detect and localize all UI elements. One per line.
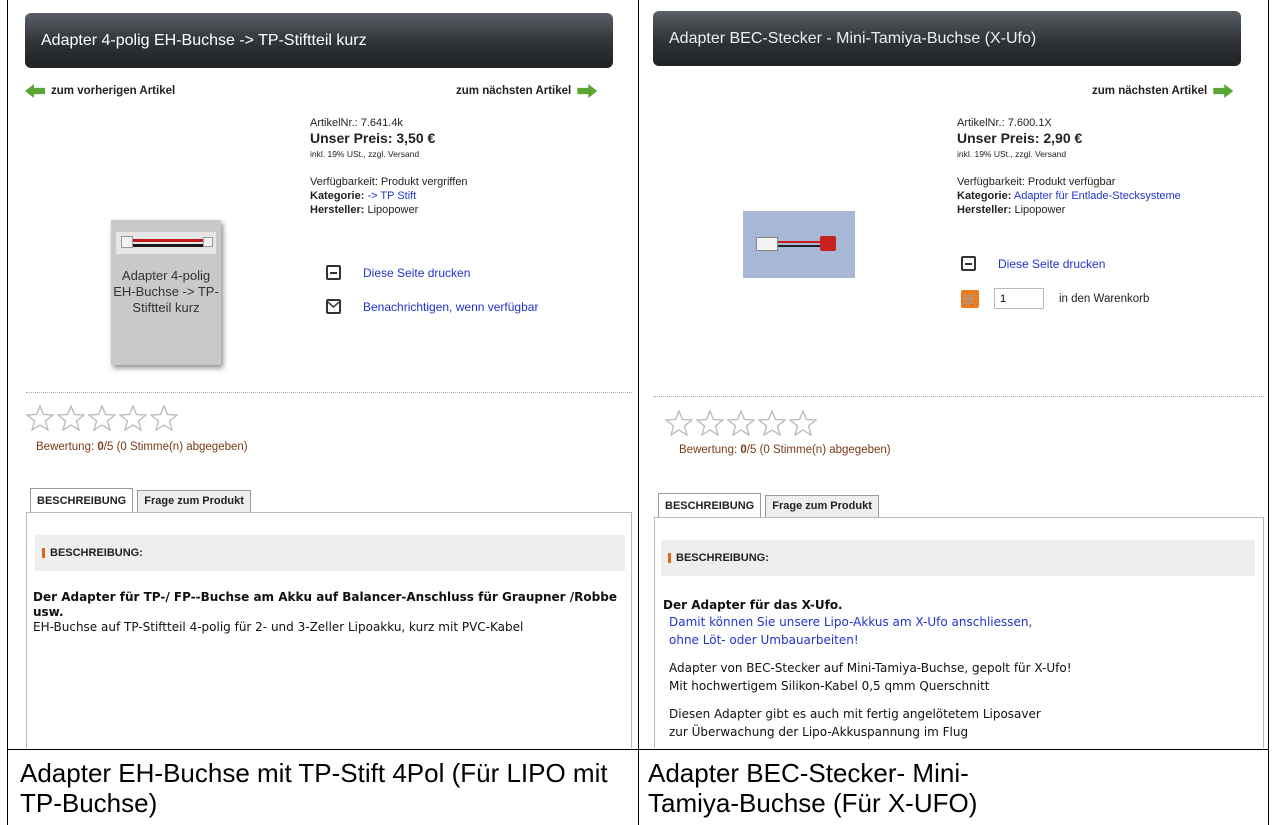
column-divider — [638, 0, 639, 825]
caption-right: Adapter BEC-Stecker- Mini-Tamiya-Buchse … — [648, 758, 978, 818]
caption-left: Adapter EH-Buchse mit TP-Stift 4Pol (Für… — [20, 758, 608, 818]
row-divider — [7, 749, 1269, 750]
